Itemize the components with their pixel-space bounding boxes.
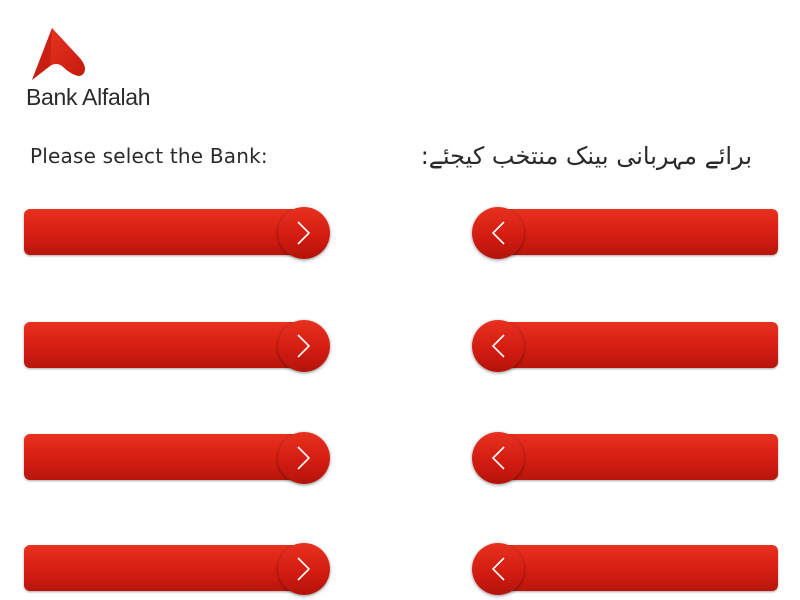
bank-option-label xyxy=(40,545,280,591)
bank-option-left-4[interactable] xyxy=(24,543,330,595)
bank-option-right-1[interactable] xyxy=(472,207,778,259)
bank-option-right-3[interactable] xyxy=(472,432,778,484)
select-bank-prompt-english: Please select the Bank: xyxy=(30,144,268,168)
chevron-left-icon xyxy=(472,207,524,259)
chevron-left-icon xyxy=(472,543,524,595)
bank-option-left-3[interactable] xyxy=(24,432,330,484)
bank-option-label xyxy=(40,209,280,255)
alfalah-mark-icon xyxy=(32,28,85,80)
bank-option-left-1[interactable] xyxy=(24,207,330,259)
bank-option-right-4[interactable] xyxy=(472,543,778,595)
bank-option-left-2[interactable] xyxy=(24,320,330,372)
chevron-right-icon xyxy=(278,320,330,372)
chevron-right-icon xyxy=(278,432,330,484)
bank-option-label xyxy=(522,545,762,591)
bank-option-label xyxy=(522,434,762,480)
select-bank-prompt-urdu: برائے مہربانی بینک منتخب کیجئے: xyxy=(420,142,752,170)
chevron-right-icon xyxy=(278,207,330,259)
chevron-left-icon xyxy=(472,432,524,484)
chevron-left-icon xyxy=(472,320,524,372)
bank-option-right-2[interactable] xyxy=(472,320,778,372)
chevron-right-icon xyxy=(278,543,330,595)
brand-name: Bank Alfalah xyxy=(26,84,151,110)
bank-option-label xyxy=(40,434,280,480)
bank-option-label xyxy=(522,322,762,368)
bank-option-label xyxy=(40,322,280,368)
bank-option-label xyxy=(522,209,762,255)
bank-logo: Bank Alfalah xyxy=(26,26,176,116)
